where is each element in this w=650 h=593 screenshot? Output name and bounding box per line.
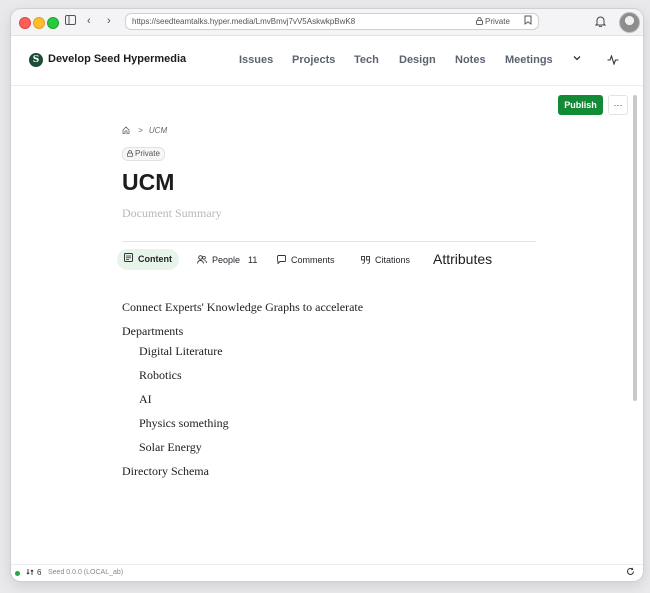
maximize-window-button[interactable] (47, 17, 59, 29)
address-bar[interactable]: https://seedteamtalks.hyper.media/LmvBmv… (125, 13, 539, 30)
minimize-window-button[interactable] (33, 17, 45, 29)
tab-citations[interactable]: Citations (361, 255, 410, 266)
site-header: S Develop Seed Hypermedia Issues Project… (11, 36, 643, 86)
nav-notes[interactable]: Notes (455, 54, 486, 66)
lock-icon (127, 150, 133, 157)
close-window-button[interactable] (19, 17, 31, 29)
home-icon[interactable] (122, 126, 132, 135)
tab-comments-label: Comments (291, 255, 335, 265)
privacy-badge-label: Private (135, 149, 160, 158)
department-item[interactable]: Digital Literature (139, 344, 223, 359)
nav-meetings[interactable]: Meetings (505, 54, 553, 66)
tab-content-label: Content (138, 254, 172, 264)
app-window: ‹ › https://seedteamtalks.hyper.media/Lm… (11, 9, 643, 581)
site-title[interactable]: Develop Seed Hypermedia (48, 53, 186, 65)
forward-arrow-icon[interactable]: › (107, 14, 111, 28)
sidebar-toggle-icon[interactable] (65, 15, 76, 29)
activity-pulse-icon[interactable] (607, 52, 619, 70)
user-avatar[interactable] (619, 12, 640, 33)
people-icon (197, 255, 207, 266)
nav-tech[interactable]: Tech (354, 54, 379, 66)
breadcrumb: > UCM (122, 126, 167, 135)
lock-icon (476, 17, 483, 25)
content-departments[interactable]: Departments (122, 324, 183, 339)
publish-button[interactable]: Publish (558, 95, 603, 115)
document-title[interactable]: UCM (122, 169, 174, 196)
notifications-bell-icon[interactable] (594, 14, 607, 32)
sync-icon (26, 569, 34, 575)
document-icon (124, 249, 133, 270)
nav-issues[interactable]: Issues (239, 54, 273, 66)
divider (122, 241, 536, 242)
sync-status[interactable]: 6 (26, 568, 41, 577)
bookmark-icon[interactable] (524, 15, 532, 28)
nav-design[interactable]: Design (399, 54, 436, 66)
status-bar: 6 Seed 0.0.0 (LOCAL_ab) (11, 564, 643, 581)
reload-icon[interactable] (626, 567, 635, 578)
more-options-button[interactable]: ··· (608, 95, 628, 115)
site-logo[interactable]: S (29, 53, 43, 67)
privacy-badge: Private (122, 147, 165, 161)
tab-citations-label: Citations (375, 255, 411, 265)
address-url: https://seedteamtalks.hyper.media/LmvBmv… (132, 17, 356, 26)
tab-comments[interactable]: Comments (277, 255, 335, 266)
document-summary-placeholder[interactable]: Document Summary (122, 206, 222, 221)
nav-more-chevron-down-icon[interactable] (573, 53, 581, 64)
comment-icon (277, 255, 286, 266)
nav-projects[interactable]: Projects (292, 54, 335, 66)
department-item[interactable]: AI (139, 392, 152, 407)
department-item[interactable]: Robotics (139, 368, 182, 383)
attributes-heading[interactable]: Attributes (433, 251, 492, 267)
app-version: Seed 0.0.0 (LOCAL_ab) (48, 569, 124, 576)
content-intro[interactable]: Connect Experts' Knowledge Graphs to acc… (122, 300, 363, 315)
content-directory-schema[interactable]: Directory Schema (122, 464, 209, 479)
tab-content[interactable]: Content (117, 249, 179, 270)
breadcrumb-current[interactable]: UCM (149, 126, 167, 135)
connection-status-dot (15, 571, 20, 576)
browser-titlebar: ‹ › https://seedteamtalks.hyper.media/Lm… (11, 9, 643, 36)
department-item[interactable]: Physics something (139, 416, 229, 431)
people-count: 11 (248, 255, 258, 265)
quote-icon (361, 255, 370, 266)
breadcrumb-separator: > (138, 126, 143, 135)
address-privacy: Private (476, 17, 510, 26)
scrollbar[interactable] (633, 95, 637, 401)
department-item[interactable]: Solar Energy (139, 440, 202, 455)
back-arrow-icon[interactable]: ‹ (87, 14, 91, 28)
tab-people-label: People (212, 255, 241, 265)
tab-people[interactable]: People 11 (197, 255, 257, 266)
